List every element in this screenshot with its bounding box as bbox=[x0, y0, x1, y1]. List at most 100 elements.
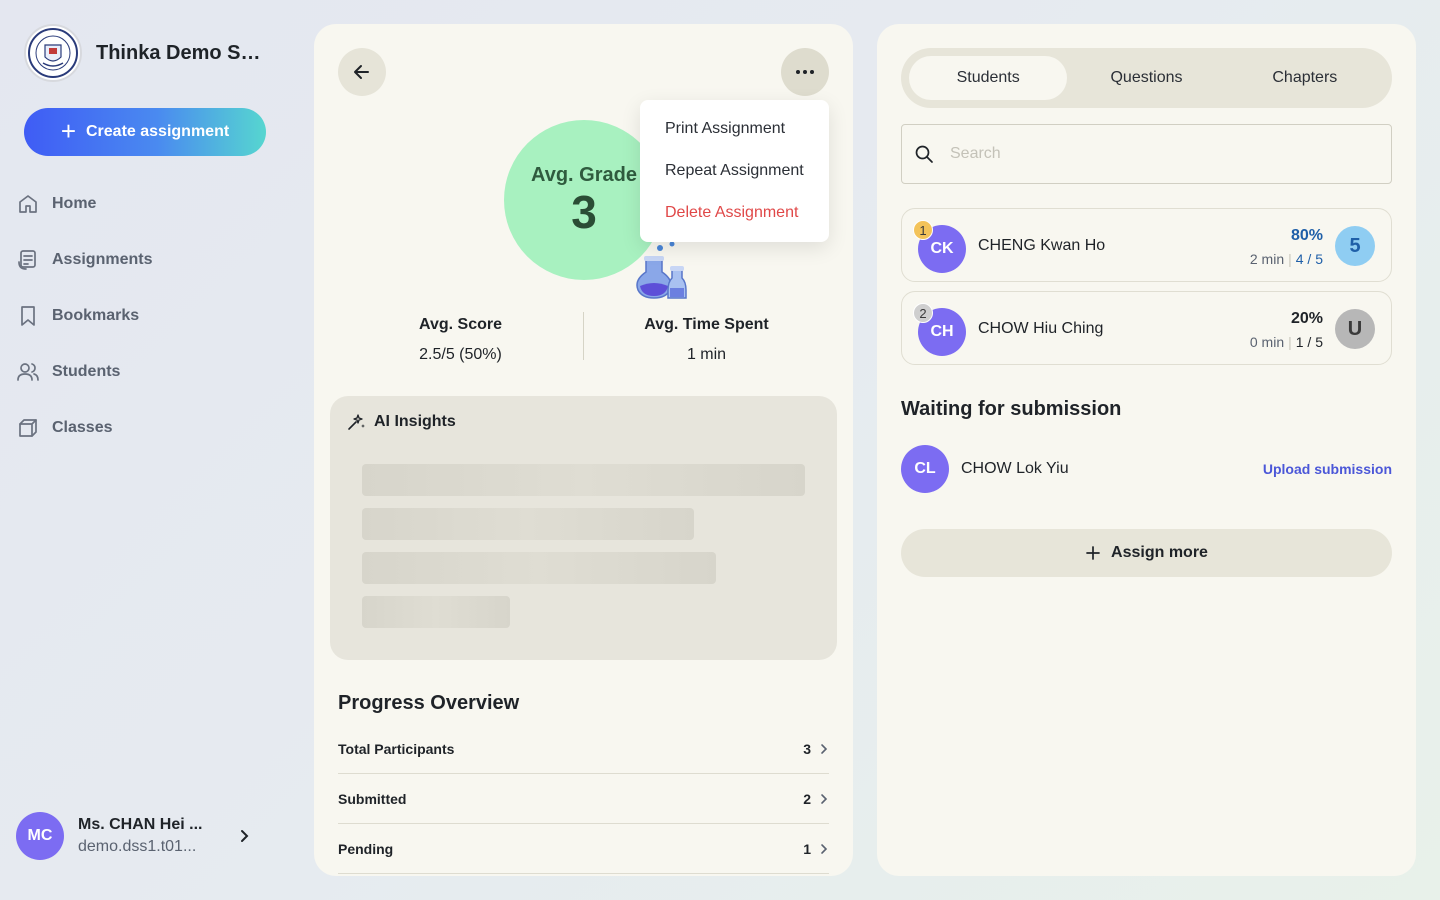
user-email: demo.dss1.t01... bbox=[78, 838, 197, 855]
progress-row-value: 1 bbox=[803, 840, 811, 857]
student-time: 2 min bbox=[1249, 251, 1285, 267]
progress-overview-title: Progress Overview bbox=[338, 692, 520, 714]
waiting-student-row: CL CHOW Lok Yiu Upload submission bbox=[901, 445, 1392, 493]
students-icon bbox=[17, 363, 39, 381]
progress-row-total-participants[interactable]: Total Participants 3 bbox=[338, 724, 829, 774]
more-options-button[interactable] bbox=[781, 48, 829, 96]
sidebar-item-label: Home bbox=[52, 195, 97, 212]
grade-badge: 5 bbox=[1335, 226, 1375, 266]
assign-more-label: Assign more bbox=[1111, 544, 1208, 561]
search-input[interactable] bbox=[950, 145, 1370, 163]
plus-icon bbox=[1086, 546, 1100, 560]
waiting-for-submission-title: Waiting for submission bbox=[901, 398, 1122, 420]
progress-row-submitted[interactable]: Submitted 2 bbox=[338, 774, 829, 824]
progress-row-value: 3 bbox=[803, 740, 811, 757]
insight-skeleton-line bbox=[362, 464, 805, 496]
assignments-icon bbox=[18, 250, 36, 270]
rank-badge: 2 bbox=[913, 303, 933, 323]
tab-questions[interactable]: Questions bbox=[1067, 56, 1225, 100]
progress-row-label: Total Participants bbox=[338, 740, 455, 757]
progress-row-label: Submitted bbox=[338, 790, 407, 807]
avg-score-value: 2.5/5 (50%) bbox=[419, 346, 502, 363]
home-icon bbox=[19, 195, 37, 213]
search-box bbox=[901, 124, 1392, 184]
sidebar-nav: Home Assignments Bookmarks Students Clas… bbox=[16, 176, 276, 456]
arrow-left-icon bbox=[354, 65, 369, 79]
avatar: CL bbox=[901, 445, 949, 493]
student-name: CHENG Kwan Ho bbox=[978, 237, 1106, 254]
sidebar-item-label: Students bbox=[52, 363, 121, 380]
plus-icon: + bbox=[60, 115, 76, 146]
student-card[interactable]: 1 CK CHENG Kwan Ho 80% 2 min | 4 / 5 5 bbox=[901, 208, 1392, 282]
grade-badge: U bbox=[1335, 309, 1375, 349]
sidebar-item-classes[interactable]: Classes bbox=[16, 400, 276, 456]
insight-skeleton-line bbox=[362, 596, 510, 628]
rank-badge: 1 bbox=[913, 220, 933, 240]
student-score: 4 / 5 bbox=[1295, 251, 1323, 267]
tab-students[interactable]: Students bbox=[909, 56, 1068, 100]
avg-time-value: 1 min bbox=[686, 346, 727, 363]
chevron-right-icon bbox=[821, 793, 828, 804]
meta-separator: | bbox=[1288, 334, 1292, 350]
avatar: MC bbox=[16, 812, 64, 860]
classes-icon bbox=[19, 419, 37, 437]
progress-row-label: Pending bbox=[338, 840, 394, 857]
assign-more-button[interactable]: Assign more bbox=[901, 529, 1392, 577]
create-assignment-button[interactable]: + Create assignment bbox=[24, 108, 266, 156]
avg-time-stat: Avg. Time Spent 1 min bbox=[584, 312, 829, 364]
ai-insights-header: AI Insights bbox=[346, 412, 456, 432]
students-panel: Students Questions Chapters 1 CK CHENG K… bbox=[877, 24, 1416, 876]
student-percent: 20% bbox=[1290, 310, 1323, 327]
tab-chapters[interactable]: Chapters bbox=[1226, 56, 1384, 100]
avg-score-stat: Avg. Score 2.5/5 (50%) bbox=[338, 312, 583, 364]
progress-overview-list: Total Participants 3 Submitted 2 Pending… bbox=[338, 724, 829, 874]
avg-score-label: Avg. Score bbox=[419, 316, 502, 333]
bookmark-icon bbox=[21, 306, 35, 326]
print-assignment-menu-item[interactable]: Print Assignment bbox=[640, 108, 829, 150]
sidebar-item-assignments[interactable]: Assignments bbox=[16, 232, 276, 288]
student-percent: 80% bbox=[1290, 227, 1323, 244]
chevron-right-icon bbox=[241, 830, 249, 842]
sidebar-item-label: Assignments bbox=[52, 251, 153, 268]
user-profile[interactable]: MC Ms. CHAN Hei ... demo.dss1.t01... bbox=[16, 812, 266, 860]
chemistry-flask-icon bbox=[636, 241, 687, 299]
assignment-stats: Avg. Score 2.5/5 (50%) Avg. Time Spent 1… bbox=[338, 312, 829, 364]
school-brand[interactable]: Thinka Demo Se... bbox=[24, 24, 266, 82]
progress-row-value: 2 bbox=[803, 790, 811, 807]
sidebar-item-label: Classes bbox=[52, 419, 113, 436]
assignment-options-menu: Print Assignment Repeat Assignment Delet… bbox=[640, 100, 829, 242]
progress-row-pending[interactable]: Pending 1 bbox=[338, 824, 829, 874]
sidebar-item-bookmarks[interactable]: Bookmarks bbox=[16, 288, 276, 344]
panel-tabs: Students Questions Chapters bbox=[901, 48, 1392, 108]
school-logo bbox=[24, 24, 82, 82]
student-card[interactable]: 2 CH CHOW Hiu Ching 20% 0 min | 1 / 5 U bbox=[901, 291, 1392, 365]
chevron-right-icon bbox=[821, 743, 828, 754]
create-assignment-label: Create assignment bbox=[86, 123, 230, 140]
search-icon bbox=[915, 145, 933, 163]
repeat-assignment-menu-item[interactable]: Repeat Assignment bbox=[640, 150, 829, 192]
more-horizontal-icon bbox=[796, 70, 814, 74]
avg-time-label: Avg. Time Spent bbox=[644, 316, 769, 333]
student-score: 1 / 5 bbox=[1295, 334, 1323, 350]
sidebar-item-students[interactable]: Students bbox=[16, 344, 276, 400]
sidebar-item-home[interactable]: Home bbox=[16, 176, 276, 232]
insight-skeleton-line bbox=[362, 508, 694, 540]
insight-skeleton-line bbox=[362, 552, 716, 584]
assignment-summary-panel: Avg. Grade 3 Print Assignment Repeat Ass… bbox=[314, 24, 853, 876]
student-meta: 0 min | 1 / 5 bbox=[1250, 334, 1323, 350]
ai-insights-title: AI Insights bbox=[374, 413, 456, 430]
student-name: CHOW Lok Yiu bbox=[961, 460, 1069, 477]
student-meta: 2 min | 4 / 5 bbox=[1250, 251, 1323, 267]
upload-submission-link[interactable]: Upload submission bbox=[1263, 461, 1392, 477]
back-button[interactable] bbox=[338, 48, 386, 96]
delete-assignment-menu-item[interactable]: Delete Assignment bbox=[640, 192, 829, 234]
sparkles-icon bbox=[348, 414, 365, 430]
ai-insights-card: AI Insights bbox=[330, 396, 837, 660]
meta-separator: | bbox=[1288, 251, 1292, 267]
school-name: Thinka Demo Se... bbox=[96, 41, 266, 64]
student-time: 0 min bbox=[1249, 334, 1285, 350]
user-name: Ms. CHAN Hei ... bbox=[78, 816, 203, 833]
student-name: CHOW Hiu Ching bbox=[978, 320, 1104, 337]
sidebar-item-label: Bookmarks bbox=[52, 307, 140, 324]
chevron-right-icon bbox=[821, 843, 828, 854]
